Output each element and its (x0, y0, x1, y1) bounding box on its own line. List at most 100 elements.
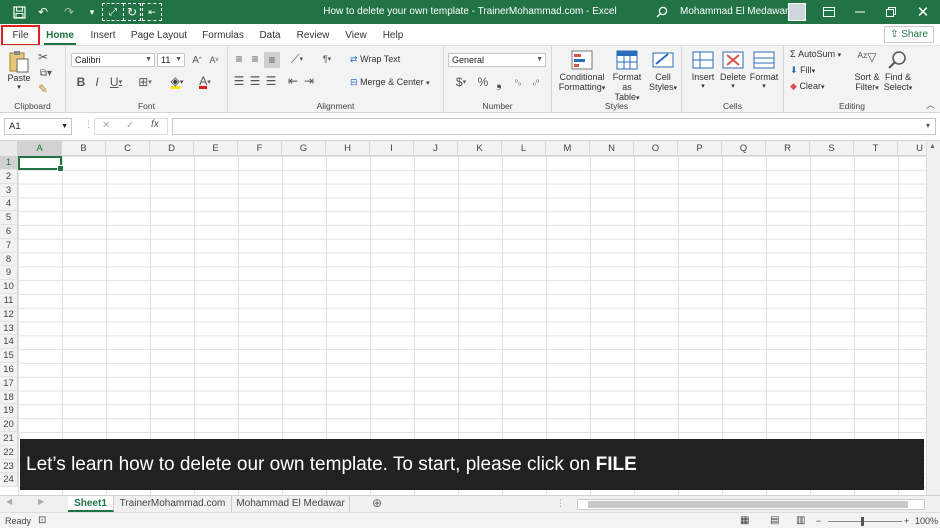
fill-button[interactable]: ⬇ Fill▾ (790, 65, 840, 76)
underline-icon[interactable]: U ▾ (106, 75, 126, 89)
percent-icon[interactable]: % (476, 75, 490, 89)
merge-center-button[interactable]: ⊟ Merge & Center ▾ (350, 77, 440, 88)
scroll-up-icon[interactable]: ▲ (929, 143, 936, 150)
undo-icon[interactable]: ↶ (32, 0, 54, 24)
font-color-icon[interactable]: A ▾ (194, 75, 216, 89)
column-header[interactable]: A (18, 141, 62, 156)
row-header[interactable]: 10 (0, 280, 18, 294)
decrease-indent-icon[interactable]: ⇤ (286, 74, 300, 88)
minimize-icon[interactable] (845, 0, 875, 24)
tab-page-layout[interactable]: Page Layout (130, 26, 188, 45)
delete-cells-button[interactable]: Delete ▾ (718, 50, 748, 90)
wrap-text-button[interactable]: ⇄ Wrap Text (350, 54, 410, 65)
redo-icon[interactable]: ↷ (58, 0, 80, 24)
cell-styles-button[interactable]: Cell Styles▾ (646, 50, 680, 92)
column-header[interactable]: I (370, 141, 414, 156)
align-bottom-icon[interactable]: ≡ (264, 52, 280, 68)
orientation-icon[interactable]: ⟋ ▾ (286, 52, 308, 66)
zoom-slider[interactable] (828, 521, 902, 522)
autosum-button[interactable]: Σ AutoSum ▾ (790, 49, 856, 59)
row-header[interactable]: 2 (0, 169, 18, 184)
row-header[interactable]: 1 (0, 156, 18, 170)
user-name[interactable]: Mohammad El Medawar (680, 0, 788, 24)
align-middle-icon[interactable]: ≡ (248, 52, 262, 66)
row-header[interactable]: 13 (0, 321, 18, 336)
select-all-button[interactable] (0, 141, 18, 156)
row-header[interactable]: 11 (0, 294, 18, 308)
row-header[interactable]: 5 (0, 211, 18, 225)
column-header[interactable]: B (62, 141, 106, 156)
page-layout-view-icon[interactable]: ▤ (770, 513, 779, 528)
ribbon-display-icon[interactable] (814, 0, 844, 24)
row-header[interactable]: 19 (0, 404, 18, 419)
comma-icon[interactable]: ❟ (492, 74, 506, 90)
sort-filter-button[interactable]: ᴬᶻ▽ Sort & Filter▾ (852, 50, 882, 92)
zoom-out-icon[interactable]: − (816, 513, 821, 528)
find-select-button[interactable]: Find & Select▾ (882, 50, 914, 92)
scroll-sheets-left-icon[interactable]: ◀ (6, 497, 12, 506)
fullscreen-icon[interactable]: ⤢ (102, 3, 124, 21)
collapse-ribbon-icon[interactable]: ︿ (926, 98, 935, 111)
increase-font-icon[interactable]: A ^ (190, 53, 204, 67)
text-direction-icon[interactable]: ¶ ▾ (316, 52, 338, 66)
column-header[interactable]: R (766, 141, 810, 156)
format-as-table-button[interactable]: Format as Table▾ (608, 50, 646, 102)
row-header[interactable]: 18 (0, 390, 18, 405)
add-sheet-icon[interactable]: ⊕ (372, 496, 382, 510)
row-header[interactable]: 9 (0, 266, 18, 281)
cut-icon[interactable]: ✂ (36, 50, 50, 64)
row-header[interactable]: 21 (0, 432, 18, 446)
restore-icon[interactable] (876, 0, 906, 24)
selected-cell[interactable] (18, 156, 64, 172)
customize-icon[interactable]: ▾ (84, 0, 100, 24)
zoom-slider-thumb[interactable] (861, 517, 864, 526)
align-center-icon[interactable]: ☰ (248, 74, 262, 88)
search-icon[interactable] (647, 0, 677, 24)
column-header[interactable]: O (634, 141, 678, 156)
tab-insert[interactable]: Insert (86, 26, 120, 45)
sheet-tab-name[interactable]: Mohammad El Medawar (232, 496, 350, 512)
row-header[interactable]: 4 (0, 197, 18, 212)
column-header[interactable]: D (150, 141, 194, 156)
row-header[interactable]: 6 (0, 225, 18, 239)
vertical-scrollbar[interactable]: ▲ (926, 141, 940, 495)
sheet-tab-trainer[interactable]: TrainerMohammad.com (114, 496, 232, 512)
decrease-font-icon[interactable]: Av (207, 53, 221, 67)
increase-decimal-icon[interactable]: ⁰₀ (510, 75, 526, 89)
name-box[interactable]: A1 ▼ (4, 118, 72, 135)
column-header[interactable]: E (194, 141, 238, 156)
row-header[interactable]: 17 (0, 376, 18, 391)
decrease-decimal-icon[interactable]: ₀⁰ (528, 75, 544, 89)
font-name-select[interactable]: Calibri ▼ (71, 53, 155, 67)
column-header[interactable]: M (546, 141, 590, 156)
paste-button[interactable]: Paste ▾ (6, 50, 32, 91)
horizontal-scrollbar[interactable] (577, 499, 925, 510)
column-header[interactable]: Q (722, 141, 766, 156)
column-header[interactable]: H (326, 141, 370, 156)
touch-mode-icon[interactable]: ⇤ (142, 3, 162, 21)
column-header[interactable]: L (502, 141, 546, 156)
column-header[interactable]: F (238, 141, 282, 156)
cancel-icon[interactable]: ✕ (102, 120, 110, 131)
column-header[interactable]: N (590, 141, 634, 156)
column-header[interactable]: T (854, 141, 898, 156)
row-header[interactable]: 15 (0, 349, 18, 363)
bold-icon[interactable]: B (74, 75, 88, 89)
more-sheets-icon[interactable]: ⋮ (556, 498, 565, 509)
close-icon[interactable]: ✕ (908, 0, 938, 24)
column-header[interactable]: S (810, 141, 854, 156)
align-left-icon[interactable]: ☰ (232, 74, 246, 88)
macro-record-icon[interactable]: ⊡ (38, 513, 46, 528)
scroll-thumb[interactable] (588, 501, 908, 508)
row-header[interactable]: 16 (0, 363, 18, 377)
insert-cells-button[interactable]: Insert ▾ (688, 50, 718, 90)
row-header[interactable]: 12 (0, 307, 18, 322)
currency-icon[interactable]: $ ▾ (450, 75, 472, 89)
zoom-in-icon[interactable]: + (904, 513, 909, 528)
tab-formulas[interactable]: Formulas (200, 26, 246, 45)
avatar[interactable] (788, 3, 806, 21)
increase-indent-icon[interactable]: ⇥ (302, 74, 316, 88)
normal-view-icon[interactable]: ▦ (740, 513, 749, 528)
borders-icon[interactable]: ⊞ ▾ (134, 75, 156, 89)
row-header[interactable]: 7 (0, 238, 18, 253)
